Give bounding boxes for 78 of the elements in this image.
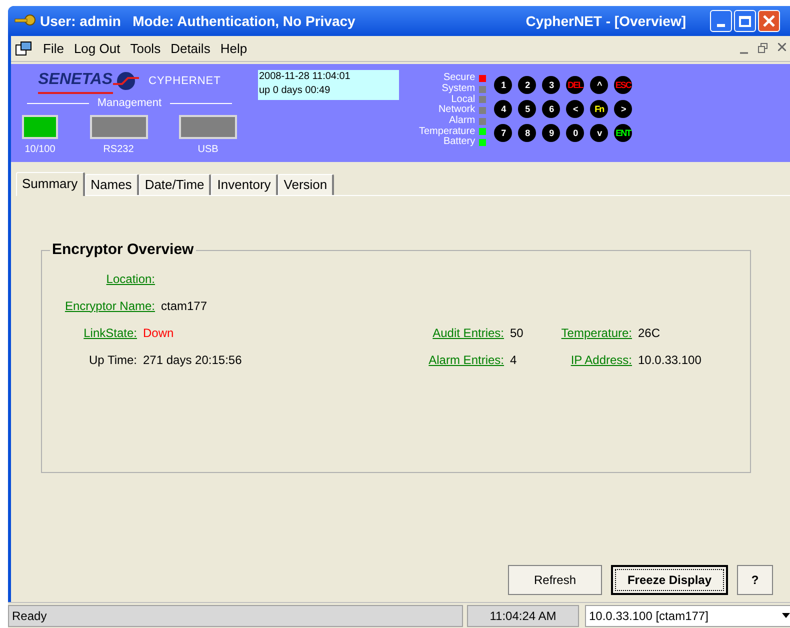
keypad-key[interactable]: 6: [542, 100, 560, 118]
keypad-key[interactable]: 9: [542, 124, 560, 142]
restore-icon[interactable]: [758, 42, 768, 52]
port-label: USB: [198, 142, 218, 156]
close-button[interactable]: [758, 10, 780, 32]
field-label[interactable]: Alarm Entries:: [428, 350, 504, 368]
field-label[interactable]: Location:: [106, 270, 155, 288]
product-name: CYPHERNET: [148, 74, 221, 89]
keypad-key[interactable]: ESC: [614, 76, 632, 94]
status-time: 11:04:24 AM: [467, 604, 579, 626]
close-icon[interactable]: [778, 42, 786, 50]
menu-item[interactable]: File: [43, 38, 64, 58]
keypad-key[interactable]: >: [614, 100, 632, 118]
group-title: Encryptor Overview: [50, 241, 196, 259]
menu-item[interactable]: Tools: [130, 38, 161, 58]
field-value: 50: [510, 324, 524, 342]
menu-item[interactable]: Help: [220, 38, 248, 58]
keypad-key[interactable]: 4: [494, 100, 512, 118]
menu-item[interactable]: Log Out: [74, 38, 120, 58]
keypad-key[interactable]: DEL: [566, 76, 584, 94]
tab[interactable]: Summary: [16, 172, 85, 196]
key-icon: [14, 14, 36, 28]
field-label[interactable]: LinkState:: [84, 324, 137, 342]
field-label[interactable]: IP Address:: [570, 350, 632, 368]
senetas-logo: SENETAS: [38, 68, 139, 94]
clock-text: 2008-11-28 11:04:01: [259, 70, 352, 84]
maximize-icon: [739, 16, 751, 26]
menu-item[interactable]: Details: [170, 38, 210, 58]
management-label: Management: [97, 96, 162, 111]
maximize-button[interactable]: [734, 10, 756, 32]
dropdown-arrow-icon: [782, 613, 790, 618]
keypad-key[interactable]: 3: [542, 76, 560, 94]
keypad-key[interactable]: 2: [518, 76, 536, 94]
field-label[interactable]: Temperature:: [561, 324, 632, 342]
keypad-key[interactable]: v: [590, 124, 608, 142]
keypad-key[interactable]: 5: [518, 100, 536, 118]
dialog-button[interactable]: Freeze Display: [611, 565, 728, 595]
tab[interactable]: Names: [84, 174, 139, 195]
status-message: Ready: [8, 604, 463, 626]
keypad-key[interactable]: ^: [590, 76, 608, 94]
tab[interactable]: Inventory: [211, 174, 278, 195]
field-value: 271 days 20:15:56: [143, 352, 242, 368]
field-value: 26C: [638, 324, 660, 342]
minimize-icon: [717, 24, 725, 27]
keypad-key[interactable]: ENT: [614, 124, 632, 142]
status-label: Network: [438, 105, 476, 116]
minimize-button[interactable]: [710, 10, 732, 32]
port-label: RS232: [103, 142, 134, 156]
keypad-key[interactable]: Fn: [590, 100, 608, 118]
window-title: CypherNET - [Overview]: [526, 12, 686, 31]
tab[interactable]: Version: [278, 174, 334, 195]
field-label[interactable]: Audit Entries:: [432, 324, 504, 342]
tab[interactable]: Date/Time: [138, 174, 212, 195]
field-value: Down: [143, 324, 174, 342]
window-title: User: admin Mode: Authentication, No Privacy: [40, 12, 356, 31]
status-label: Temperature: [419, 126, 476, 137]
status-label: Battery: [443, 137, 476, 148]
keypad-key[interactable]: <: [566, 100, 584, 118]
field-label[interactable]: Encryptor Name:: [64, 296, 155, 314]
dialog-button[interactable]: ?: [737, 565, 773, 595]
field-value: ctam177: [161, 298, 208, 314]
field-value: 4: [510, 352, 517, 368]
status-label: Secure: [443, 73, 476, 84]
field-value: 10.0.33.100: [638, 352, 702, 368]
keypad-key[interactable]: 7: [494, 124, 512, 142]
uptime-text: up 0 days 00:49: [259, 84, 332, 98]
close-icon: [763, 15, 775, 27]
keypad-key[interactable]: 0: [566, 124, 584, 142]
device-select[interactable]: 10.0.33.100 [ctam177]: [585, 604, 790, 626]
dialog-button[interactable]: Refresh: [508, 565, 602, 595]
keypad-key[interactable]: 8: [518, 124, 536, 142]
keypad-key[interactable]: 1: [494, 76, 512, 94]
status-label: System: [442, 84, 476, 94]
port-label: 10/100: [24, 142, 56, 156]
status-label: Alarm: [449, 116, 476, 126]
status-label: Local: [451, 94, 476, 105]
field-label: Up Time:: [88, 352, 137, 368]
app-icon: [15, 40, 33, 56]
